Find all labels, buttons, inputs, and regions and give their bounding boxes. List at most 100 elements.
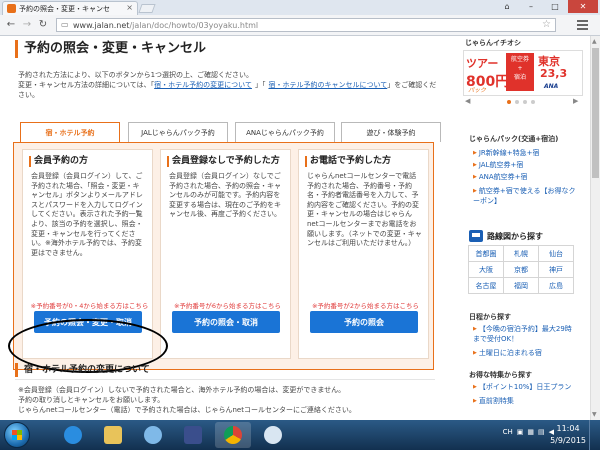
news-app-icon[interactable] [175, 422, 211, 448]
city-link[interactable]: 札幌 [503, 245, 539, 262]
sidebar-link-jr[interactable]: JR新幹線+特急+宿 [473, 148, 540, 158]
section-change-title: 宿・ホテル予約の変更について [15, 363, 150, 377]
minimize-icon[interactable]: – [520, 0, 542, 13]
nonmember-card-note: ※予約番号が6から始まる方はこちら [173, 302, 282, 310]
phone-card-note: ※予約番号が2から始まる方はこちら [311, 302, 420, 310]
member-inquiry-change-cancel-button[interactable]: 予約の照会・変更・取消 [34, 311, 142, 333]
member-card-body: 会員登録（会員ログイン）して、ご予約された場合、「照会・変更・キャンセル」ボタン… [31, 172, 143, 257]
page-title: 予約の照会・変更・キャンセル [15, 40, 206, 58]
city-link[interactable]: 大阪 [468, 261, 504, 278]
address-url[interactable]: www.jalan.net/jalan/doc/howto/03yoyaku.h… [73, 21, 258, 30]
carousel-dot[interactable] [515, 100, 519, 104]
link-cancel-detail[interactable]: 宿・ホテル予約のキャンセルについて [268, 81, 387, 89]
browser-tab-title: 予約の照会・変更・キャンセ [19, 5, 110, 13]
browser-tab-bar: 予約の照会・変更・キャンセ × ⌂ – □ ✕ [0, 0, 600, 15]
maximize-icon[interactable]: □ [544, 0, 566, 13]
tray-icon[interactable]: ▤ [538, 428, 545, 436]
start-button[interactable] [4, 422, 30, 448]
sidebar-link-saturday[interactable]: 土曜日に泊まれる宿 [473, 348, 542, 358]
paint-app-icon[interactable] [255, 422, 291, 448]
user-icon[interactable]: ⌂ [496, 0, 518, 13]
intro-text: 予約された方法により、以下のボタンから1つ選択の上、ご確認ください。 変更・キャ… [18, 70, 438, 100]
language-indicator[interactable]: CH [503, 428, 513, 436]
sidebar-link-jal[interactable]: JAL航空券+宿 [473, 160, 524, 170]
scroll-thumb[interactable] [592, 48, 599, 178]
url-host: www.jalan.net [73, 21, 130, 30]
promo-right-price: 23,3 [540, 67, 568, 80]
file-explorer-icon[interactable] [95, 422, 131, 448]
phone-inquiry-button[interactable]: 予約の照会 [310, 311, 418, 333]
promo-left-brand: パック [468, 87, 487, 94]
media-app-icon[interactable] [135, 422, 171, 448]
close-window-icon[interactable]: ✕ [568, 0, 598, 13]
bookmark-star-icon[interactable]: ☆ [542, 19, 551, 30]
page-viewport: 予約の照会・変更・キャンセル 予約された方法により、以下のボタンから1つ選択の上… [0, 36, 590, 420]
section-divider [15, 379, 435, 380]
sidebar-link-coupon[interactable]: 航空券+宿で使える【お得なクーポン】 [473, 186, 578, 206]
forward-arrow-icon[interactable]: → [20, 18, 34, 32]
new-tab-button[interactable] [138, 4, 156, 13]
section-change-line-3: じゃらんnetコールセンター（電話）で予約された場合は、じゃらんnetコールセン… [18, 406, 356, 414]
chrome-icon[interactable] [215, 422, 251, 448]
promo-mid-line-2: + [517, 65, 523, 72]
link-change-detail[interactable]: 宿・ホテル予約の変更について [154, 81, 252, 89]
reservation-panel: 会員予約の方 会員登録（会員ログイン）して、ご予約された場合、「照会・変更・キャ… [13, 142, 434, 370]
carousel-prev-icon[interactable]: ◀ [465, 97, 470, 105]
phone-card-heading: お電話で予約した方 [305, 156, 391, 167]
reload-icon[interactable]: ↻ [36, 18, 50, 32]
reservation-type-tabs: 宿・ホテル予約 JALじゃらんパック予約 ANAじゃらんパック予約 遊び・体験予… [18, 122, 441, 142]
right-sidebar: じゃらんイチオシ ツアー 800円 パック 航空券 + 宿泊 東京 23,3 A… [463, 36, 583, 420]
taskbar-clock[interactable]: 11:04 5/9/2015 [550, 423, 586, 447]
promo-banner[interactable]: ツアー 800円 パック 航空券 + 宿泊 東京 23,3 ANA [463, 50, 583, 96]
internet-explorer-icon[interactable] [55, 422, 91, 448]
clock-date: 5/9/2015 [550, 436, 586, 445]
page-scrollbar[interactable]: ▲ ▼ [590, 36, 600, 420]
promo-right-brand: ANA [544, 83, 559, 90]
browser-menu-icon[interactable] [576, 18, 590, 32]
address-bar[interactable]: ▭ www.jalan.net/jalan/doc/howto/03yoyaku… [56, 18, 556, 32]
windows-taskbar: CH ▣ ▦ ▤ ◀ 11:04 5/9/2015 [0, 420, 600, 450]
intro-text-a: 変更・キャンセル方法の詳細については、「 [18, 81, 155, 89]
carousel-dot[interactable] [523, 100, 527, 104]
tray-icon[interactable]: ▦ [527, 428, 534, 436]
tab-close-icon[interactable]: × [126, 3, 133, 12]
phone-card-body: じゃらんnetコールセンターで電話予約された場合、予約番号・予約名・予約者電話番… [307, 172, 422, 248]
tab-jal-pack[interactable]: JALじゃらんパック予約 [128, 122, 228, 142]
intro-line-2: 変更・キャンセル方法の詳細については、「宿・ホテル予約の変更について 」「 宿・ホテ… [18, 81, 437, 99]
city-link[interactable]: 名古屋 [468, 277, 504, 294]
tray-icon[interactable]: ▣ [517, 428, 524, 436]
sidebar-link-ana[interactable]: ANA航空券+宿 [473, 172, 528, 182]
section-change-line-1: ※会員登録（会員ログイン）しないで予約された場合と、海外ホテル予約の場合は、変更… [18, 386, 346, 394]
back-arrow-icon[interactable]: ← [4, 18, 18, 32]
route-map-title: 路線図から探す [487, 232, 543, 241]
browser-toolbar: ← → ↻ ▭ www.jalan.net/jalan/doc/howto/03… [0, 15, 600, 36]
sidebar-link-points[interactable]: 【ポイント10%】日王プラン [473, 382, 572, 392]
city-link[interactable]: 首都圏 [468, 245, 504, 262]
city-link[interactable]: 福岡 [503, 277, 539, 294]
show-desktop-button[interactable] [589, 420, 600, 450]
sidebar-link-lastminute[interactable]: 直前割特集 [473, 396, 514, 406]
route-map-header: 路線図から探す [469, 228, 579, 244]
carousel-next-icon[interactable]: ▶ [573, 97, 578, 105]
section-change-line-2: 予約の取り消しとキャンセルをお願いします。 [18, 396, 165, 404]
tab-activity[interactable]: 遊び・体験予約 [341, 122, 441, 142]
promo-mid-line-3: 宿泊 [513, 74, 526, 81]
sidebar-link-tonight[interactable]: 【今晩の宿泊予約】最大29時まで受付OK！ [473, 324, 578, 344]
deals-section-title: お得な特集から探す [469, 371, 532, 379]
member-reservation-card: 会員予約の方 会員登録（会員ログイン）して、ご予約された場合、「照会・変更・キャ… [22, 149, 153, 359]
system-tray: CH ▣ ▦ ▤ ◀ [503, 428, 554, 436]
city-link[interactable]: 広島 [538, 277, 574, 294]
tab-hotel-reservation[interactable]: 宿・ホテル予約 [20, 122, 120, 142]
tab-ana-pack[interactable]: ANAじゃらんパック予約 [235, 122, 335, 142]
city-link[interactable]: 京都 [503, 261, 539, 278]
browser-tab[interactable]: 予約の照会・変更・キャンセ × [2, 1, 138, 15]
carousel-dot[interactable] [507, 100, 511, 104]
promo-middle-badge: 航空券 + 宿泊 [506, 53, 534, 91]
nonmember-inquiry-cancel-button[interactable]: 予約の照会・取消 [172, 311, 280, 333]
city-link[interactable]: 仙台 [538, 245, 574, 262]
city-link[interactable]: 神戸 [538, 261, 574, 278]
window-controls: ⌂ – □ ✕ [496, 0, 598, 14]
carousel-dot[interactable] [531, 100, 535, 104]
scroll-down-icon[interactable]: ▼ [592, 411, 597, 418]
scroll-up-icon[interactable]: ▲ [592, 38, 597, 45]
